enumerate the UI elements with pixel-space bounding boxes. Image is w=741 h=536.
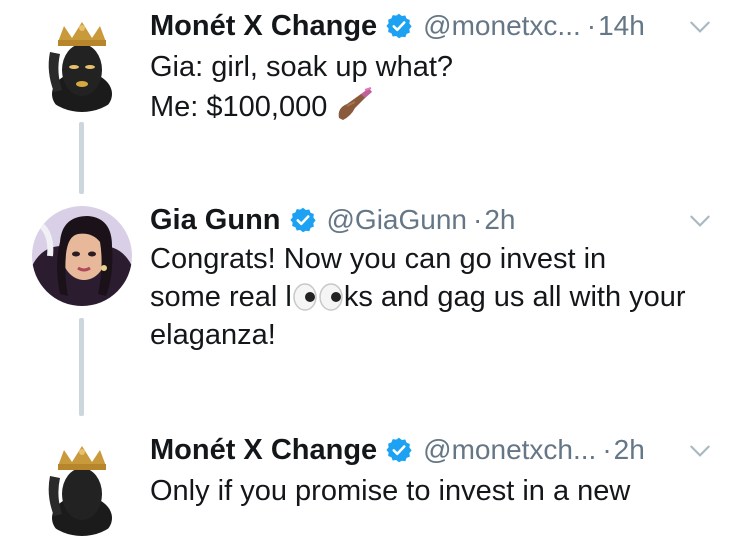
tweet-text: Congrats! Now you can go invest in some … <box>150 240 711 354</box>
tweet-text: Only if you promise to invest in a new <box>150 472 711 510</box>
tweet-text: Gia: girl, soak up what? Me: $100,000 <box>150 48 711 126</box>
tweet-text-segment: Me: $100,000 <box>150 91 328 123</box>
separator-dot: · <box>602 434 612 465</box>
display-name[interactable]: Gia Gunn <box>150 204 281 237</box>
tweet-text-line: Only if you promise to invest in a new <box>150 475 631 507</box>
display-name[interactable]: Monét X Change <box>150 10 377 43</box>
verified-badge-icon <box>289 207 316 233</box>
tweet-text-segment: some real l <box>150 281 292 313</box>
timestamp[interactable]: 2h <box>484 204 515 236</box>
display-name[interactable]: Monét X Change <box>150 434 377 467</box>
tweet-text-line: some real l ks and gag us all with your <box>150 278 711 316</box>
drag-queen-gold-crown-avatar-icon <box>32 12 132 112</box>
tweet-text-line: Congrats! Now you can go invest in <box>150 243 607 275</box>
user-handle[interactable]: @monetxch... <box>423 434 596 466</box>
tweet-text-line: Gia: girl, soak up what? <box>150 51 454 83</box>
tweet[interactable]: Gia Gunn @GiaGunn · 2h Congrats! Now you… <box>0 196 741 376</box>
verified-badge-icon <box>386 13 412 39</box>
user-handle[interactable]: @monetxc... <box>423 10 581 42</box>
avatar[interactable] <box>32 206 132 306</box>
timestamp[interactable]: 14h <box>598 10 645 42</box>
gia-gunn-photo-avatar-icon <box>32 206 132 306</box>
drag-queen-gold-crown-avatar-icon <box>32 436 132 536</box>
eyes-emoji-icon <box>293 283 343 311</box>
timestamp[interactable]: 2h <box>614 434 645 466</box>
separator-dot: · <box>473 204 483 235</box>
chevron-down-icon[interactable] <box>687 208 713 234</box>
avatar[interactable] <box>32 436 132 536</box>
verified-badge-icon <box>386 437 412 463</box>
tweet[interactable]: Monét X Change @monetxc... · 14h Gia: gi… <box>0 0 741 140</box>
nail-polish-emoji-icon <box>339 87 373 120</box>
tweet-text-line: elaganza! <box>150 319 276 351</box>
chevron-down-icon[interactable] <box>687 14 713 40</box>
separator-dot: · <box>586 10 597 41</box>
tweet-text-segment: ks and gag us all with your <box>343 281 686 313</box>
tweet-text-line: Me: $100,000 <box>150 86 711 126</box>
avatar[interactable] <box>32 12 132 112</box>
tweet[interactable]: Monét X Change @monetxch... · 2h Only if… <box>0 422 741 536</box>
user-handle[interactable]: @GiaGunn <box>327 204 468 236</box>
chevron-down-icon[interactable] <box>687 438 713 464</box>
